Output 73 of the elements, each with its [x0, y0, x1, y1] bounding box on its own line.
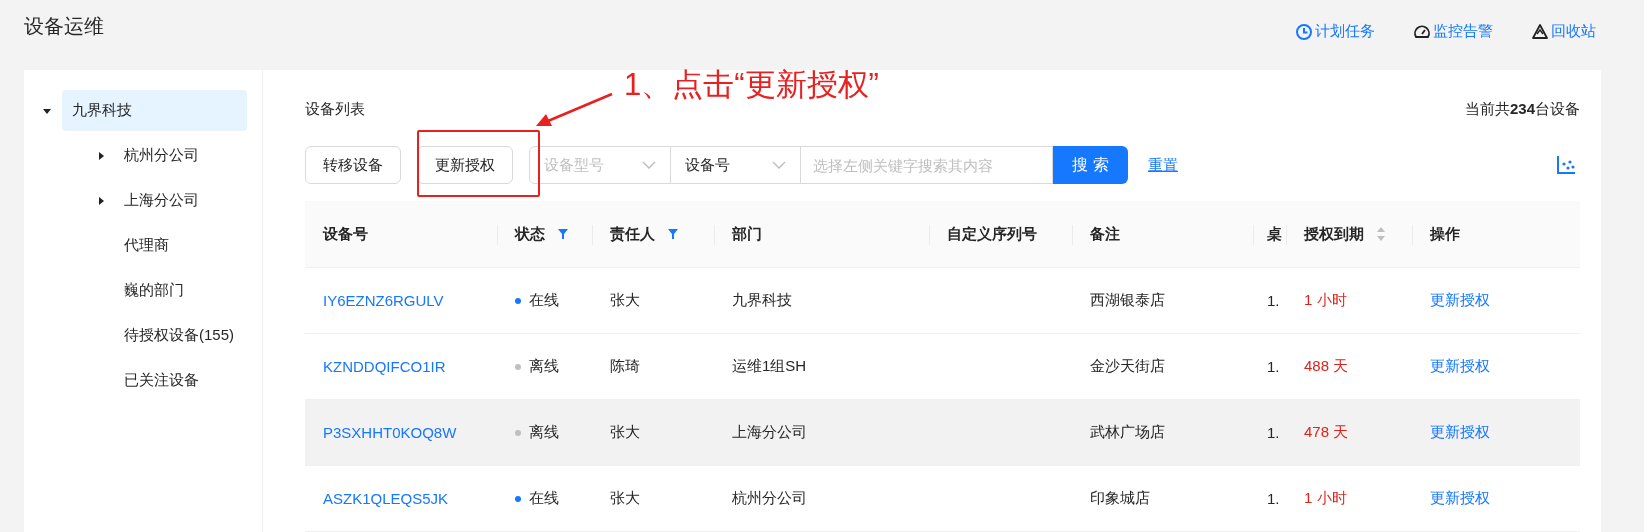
- expiry-text: 1 小时: [1304, 291, 1347, 308]
- table-row[interactable]: KZNDDQIFCO1IR 离线 陈琦 运维1组SH 金沙天街店 1. 488 天 更新授权: [305, 333, 1580, 400]
- column-header: 设备号: [323, 224, 368, 244]
- chevron-down-icon: [772, 161, 786, 169]
- owner-text: 张大: [610, 489, 640, 506]
- cell-text: 1.: [1267, 292, 1280, 309]
- recycle-icon: [1531, 22, 1549, 41]
- device-id-link[interactable]: IY6EZNZ6RGULV: [323, 292, 444, 309]
- column-header: 状态: [515, 224, 545, 244]
- column-header: 授权到期: [1304, 224, 1364, 244]
- page-title: 设备运维: [24, 14, 104, 39]
- note-text: 金沙天街店: [1090, 357, 1165, 374]
- column-header: 桌: [1267, 224, 1282, 244]
- header-link[interactable]: 回收站: [1531, 22, 1596, 41]
- status-text: 在线: [529, 291, 559, 310]
- renew-link[interactable]: 更新授权: [1430, 489, 1490, 506]
- tree-item[interactable]: 九界科技: [62, 90, 247, 131]
- filter-icon[interactable]: [667, 228, 679, 240]
- renew-link[interactable]: 更新授权: [1430, 291, 1490, 308]
- department-text: 九界科技: [732, 291, 792, 308]
- note-text: 印象城店: [1090, 489, 1150, 506]
- department-text: 运维1组SH: [732, 357, 807, 374]
- status-text: 离线: [529, 423, 559, 442]
- cell-text: 1.: [1267, 424, 1280, 441]
- expiry-text: 1 小时: [1304, 489, 1347, 506]
- device-id-link[interactable]: KZNDDQIFCO1IR: [323, 358, 446, 375]
- tree-item[interactable]: 杭州分公司: [116, 135, 213, 176]
- renew-link[interactable]: 更新授权: [1430, 357, 1490, 374]
- table-row[interactable]: ASZK1QLEQS5JK 在线 张大 杭州分公司 印象城店 1. 1 小时 更新授权: [305, 465, 1580, 532]
- tree-item[interactable]: 上海分公司: [116, 180, 213, 221]
- table-row[interactable]: IY6EZNZ6RGULV 在线 张大 九界科技 西湖银泰店 1. 1 小时 更新授权: [305, 267, 1580, 334]
- device-id-link[interactable]: ASZK1QLEQS5JK: [323, 490, 449, 507]
- device-count: 当前共234台设备: [1464, 99, 1580, 119]
- status-text: 离线: [529, 357, 559, 376]
- tree-item[interactable]: 巍的部门: [116, 270, 198, 311]
- device-id-link[interactable]: P3SXHHT0KOQ8W: [323, 424, 457, 441]
- owner-text: 陈琦: [610, 357, 640, 374]
- reset-link[interactable]: 重置: [1148, 155, 1178, 175]
- toolbar-button[interactable]: 转移设备: [305, 146, 401, 184]
- annotation-text: 1、点击“更新授权”: [624, 66, 879, 104]
- table-row[interactable]: P3SXHHT0KOQ8W 离线 张大 上海分公司 武林广场店 1. 478 天 更新授权: [305, 399, 1580, 466]
- note-text: 武林广场店: [1090, 423, 1165, 440]
- renew-link[interactable]: 更新授权: [1430, 423, 1490, 440]
- list-title: 设备列表: [305, 99, 365, 119]
- search-field[interactable]: 选择左侧关键字搜索其内容: [801, 146, 1053, 184]
- department-text: 杭州分公司: [732, 489, 807, 506]
- caret-icon[interactable]: [96, 150, 106, 161]
- column-header: 部门: [732, 224, 762, 244]
- owner-text: 张大: [610, 423, 640, 440]
- column-header: 备注: [1090, 224, 1120, 244]
- toolbar-button[interactable]: 更新授权: [417, 146, 513, 184]
- column-header: 操作: [1430, 224, 1460, 244]
- department-text: 上海分公司: [732, 423, 807, 440]
- header-link[interactable]: 监控告警: [1413, 22, 1493, 41]
- tree-item[interactable]: 待授权设备(155): [116, 315, 249, 356]
- filter-icon[interactable]: [557, 228, 569, 240]
- search-button[interactable]: 搜 索: [1053, 146, 1128, 184]
- clock-icon: [1295, 22, 1313, 41]
- cell-text: 1.: [1267, 358, 1280, 375]
- chevron-down-icon: [642, 161, 656, 169]
- header-link[interactable]: 计划任务: [1295, 22, 1375, 41]
- expiry-text: 478 天: [1304, 423, 1349, 440]
- note-text: 西湖银泰店: [1090, 291, 1165, 308]
- tree-item[interactable]: 代理商: [116, 225, 183, 266]
- tree-item[interactable]: 已关注设备: [116, 360, 213, 401]
- expiry-text: 488 天: [1304, 357, 1349, 374]
- owner-text: 张大: [610, 291, 640, 308]
- column-header: 自定义序列号: [947, 224, 1037, 244]
- scatter-chart-icon: [1556, 155, 1576, 175]
- column-header: 责任人: [610, 224, 655, 244]
- status-text: 在线: [529, 489, 559, 508]
- cell-text: 1.: [1267, 490, 1280, 507]
- caret-icon[interactable]: [96, 195, 106, 206]
